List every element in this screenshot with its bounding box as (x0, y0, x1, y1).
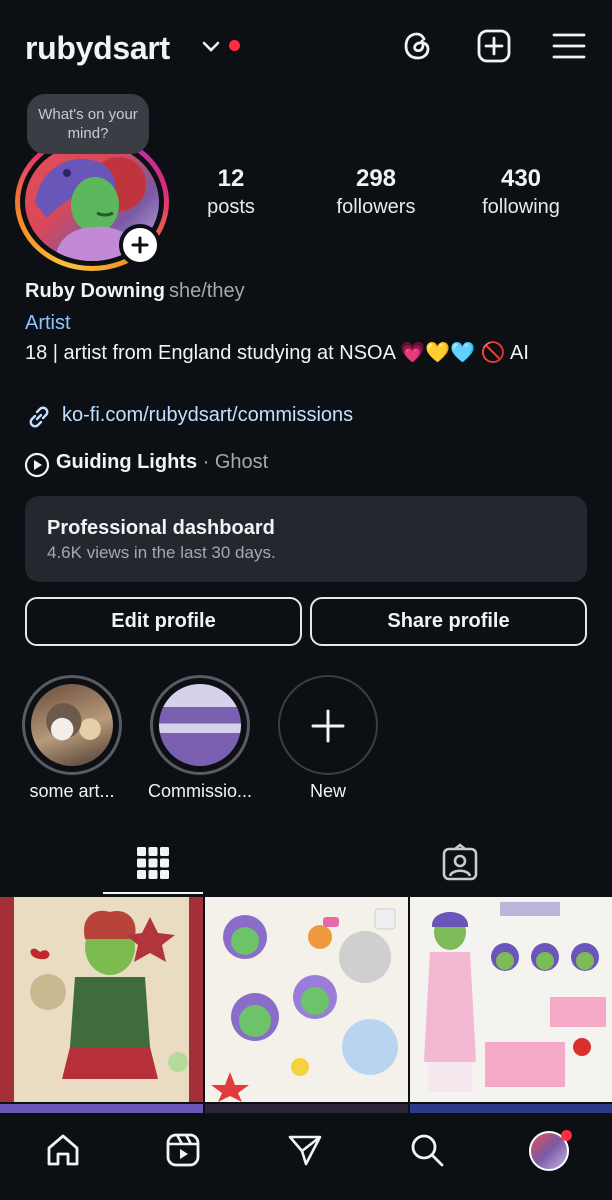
post-thumbnail[interactable] (0, 897, 203, 1102)
professional-dashboard[interactable]: Professional dashboard 4.6K views in the… (25, 496, 587, 582)
following-label: following (482, 196, 560, 218)
share-profile-button[interactable]: Share profile (310, 597, 587, 646)
highlight-cover-commissions (159, 684, 241, 766)
followers-label: followers (336, 196, 416, 218)
dashboard-title: Professional dashboard (47, 517, 275, 539)
search-icon[interactable] (409, 1132, 445, 1168)
music-separator: · (197, 451, 215, 473)
send-icon[interactable] (287, 1132, 323, 1168)
threads-icon[interactable] (400, 28, 436, 64)
display-name: Ruby Downing she/they (25, 280, 245, 303)
category-label: Artist (25, 312, 71, 334)
posts-label: posts (207, 196, 255, 218)
active-tab-indicator (103, 892, 203, 894)
plus-icon (311, 709, 345, 743)
highlight-label: Commissio... (147, 781, 252, 801)
name-text: Ruby Downing (25, 280, 165, 302)
highlight-label: some art... (29, 781, 115, 801)
followers-number: 298 (355, 165, 397, 192)
post-thumbnail[interactable] (410, 897, 612, 1102)
post-thumbnail[interactable] (205, 897, 408, 1102)
music-artist: Ghost (214, 451, 269, 473)
dashboard-subtitle: 4.6K views in the last 30 days. (47, 543, 276, 562)
notification-dot (229, 40, 240, 51)
highlight-cover-cat (31, 684, 113, 766)
bio-text: 18 | artist from England studying at NSO… (25, 342, 529, 364)
tagged-icon[interactable] (440, 843, 480, 883)
highlight-some-art[interactable] (22, 675, 122, 775)
chevron-down-icon[interactable] (202, 40, 220, 54)
highlight-label: New (309, 781, 346, 801)
reels-icon[interactable] (165, 1132, 201, 1168)
highlight-commissions[interactable] (150, 675, 250, 775)
grid-icon[interactable] (133, 843, 173, 883)
posts-number: 12 (217, 165, 245, 192)
home-icon[interactable] (45, 1132, 81, 1168)
note-bubble[interactable]: What's on your mind? (27, 94, 149, 154)
profile-music[interactable]: Guiding Lights · Ghost (56, 451, 268, 474)
music-title: Guiding Lights (56, 451, 198, 473)
new-highlight-button[interactable] (278, 675, 378, 775)
username[interactable]: rubydsart (25, 30, 170, 67)
following-number: 430 (500, 165, 542, 192)
following-count[interactable]: 430 following (456, 164, 586, 220)
profile-link[interactable]: ko-fi.com/rubydsart/commissions (62, 404, 353, 427)
pronouns: she/they (168, 280, 245, 302)
edit-profile-button[interactable]: Edit profile (25, 597, 302, 646)
followers-count[interactable]: 298 followers (311, 164, 441, 220)
posts-count[interactable]: 12 posts (166, 164, 296, 220)
notification-dot (561, 1130, 572, 1141)
play-icon[interactable] (24, 452, 50, 478)
menu-icon[interactable] (551, 28, 587, 64)
add-story-button[interactable] (119, 224, 161, 266)
link-icon (29, 406, 49, 428)
create-icon[interactable] (476, 28, 512, 64)
